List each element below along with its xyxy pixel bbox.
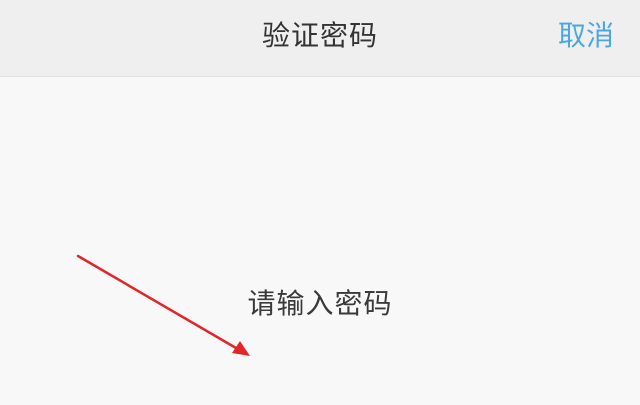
navigation-bar: 验证密码 取消 [0, 0, 640, 77]
password-prompt: 请输入密码 [247, 287, 393, 320]
password-verify-screen: 验证密码 取消 请输入密码 [0, 0, 640, 405]
content-area [0, 77, 640, 405]
page-title: 验证密码 [261, 19, 378, 52]
cancel-button[interactable]: 取消 [558, 0, 614, 72]
